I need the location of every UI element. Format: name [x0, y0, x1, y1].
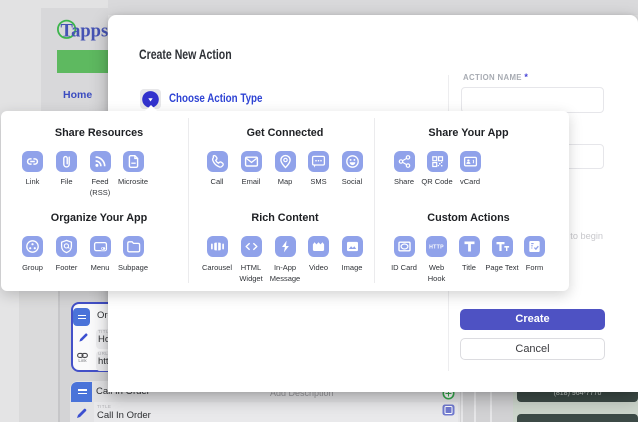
svg-text:Tapps: Tapps [61, 22, 109, 42]
svg-text:HTTP: HTTP [429, 245, 444, 251]
